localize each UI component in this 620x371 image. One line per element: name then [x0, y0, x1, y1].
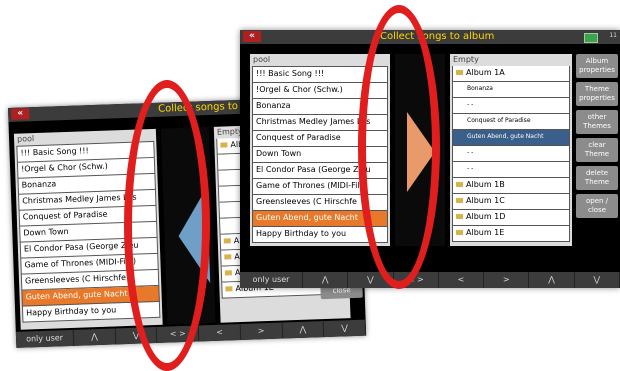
- side-buttons: Album properties Theme properties other Th…: [576, 54, 618, 222]
- album-item-label: Conquest of Paradise: [467, 117, 531, 124]
- highlight-ring-left: [124, 80, 210, 371]
- bottom-button[interactable]: <: [198, 324, 242, 342]
- side-button[interactable]: Theme properties: [576, 82, 618, 106]
- album-list-label: Empty: [453, 55, 479, 64]
- side-button[interactable]: delete Theme: [576, 166, 618, 190]
- back-button[interactable]: «: [243, 31, 261, 42]
- album-item-label: - -: [467, 149, 474, 156]
- album-item-label: Guten Abend, gute Nacht: [467, 133, 544, 140]
- folder-icon: [225, 286, 233, 292]
- folder-icon: [224, 254, 232, 260]
- bottom-button[interactable]: ⋀: [282, 321, 325, 339]
- album-item-label: Album 1C: [466, 196, 505, 205]
- album-song-item[interactable]: - -: [452, 162, 570, 178]
- album-item-label: Bonanza: [467, 85, 493, 92]
- folder-icon: [223, 238, 231, 244]
- clock-text: 11: [609, 32, 617, 39]
- album-item-label: Album 1B: [466, 180, 505, 189]
- album-item-label: Album 1E: [466, 228, 505, 237]
- highlight-ring-right: [358, 5, 440, 289]
- folder-icon: [456, 198, 463, 203]
- folder-icon: [456, 70, 463, 75]
- album-song-item[interactable]: Guten Abend, gute Nacht: [452, 130, 570, 146]
- side-button[interactable]: other Themes: [576, 110, 618, 134]
- album-song-item[interactable]: Conquest of Paradise: [452, 114, 570, 130]
- album-item[interactable]: Album 1D: [452, 210, 570, 226]
- album-item-label: Album 1D: [466, 212, 506, 221]
- album-song-item[interactable]: - -: [452, 146, 570, 162]
- bottom-button[interactable]: ⋀: [73, 328, 117, 346]
- side-button[interactable]: clear Theme: [576, 138, 618, 162]
- top-bar: « Collect songs to album 11: [240, 30, 620, 44]
- album-list[interactable]: Album 1A Bonanza - - Conquest of Paradise Gu…: [450, 66, 572, 242]
- battery-icon: [584, 33, 598, 43]
- bottom-button[interactable]: >: [240, 322, 283, 341]
- side-button[interactable]: Album properties: [576, 54, 618, 78]
- bottom-bar: only user ⋀ ⋁ < > < > ⋀ ⋁: [240, 272, 620, 288]
- bottom-button[interactable]: <: [439, 272, 485, 288]
- folder-icon: [456, 182, 463, 187]
- side-button[interactable]: open / close: [576, 194, 618, 218]
- bottom-button[interactable]: >: [484, 272, 530, 288]
- bottom-button[interactable]: ⋀: [303, 272, 349, 288]
- bottom-button[interactable]: ⋀: [529, 272, 575, 288]
- back-button[interactable]: «: [11, 108, 30, 120]
- bottom-button[interactable]: ⋁: [575, 272, 620, 288]
- album-item[interactable]: Album 1B: [452, 178, 570, 194]
- folder-icon: [456, 230, 463, 235]
- folder-icon: [456, 214, 463, 219]
- album-panel: Empty Album 1A Bonanza - - Conquest of Para…: [450, 54, 572, 246]
- album-item-label: - -: [467, 165, 474, 172]
- album-song-item[interactable]: - -: [452, 98, 570, 114]
- album-item-label: Album 1A: [466, 68, 505, 77]
- album-item[interactable]: Album 1A: [452, 66, 570, 82]
- bottom-button[interactable]: only user: [15, 329, 75, 348]
- bottom-button[interactable]: ⋁: [323, 319, 367, 338]
- folder-icon: [220, 142, 228, 148]
- album-item-label: - -: [467, 101, 474, 108]
- album-song-item[interactable]: Bonanza: [452, 82, 570, 98]
- album-item[interactable]: Album 1E: [452, 226, 570, 242]
- album-item[interactable]: Album 1C: [452, 194, 570, 210]
- folder-icon: [224, 270, 232, 276]
- bottom-button[interactable]: only user: [240, 272, 303, 288]
